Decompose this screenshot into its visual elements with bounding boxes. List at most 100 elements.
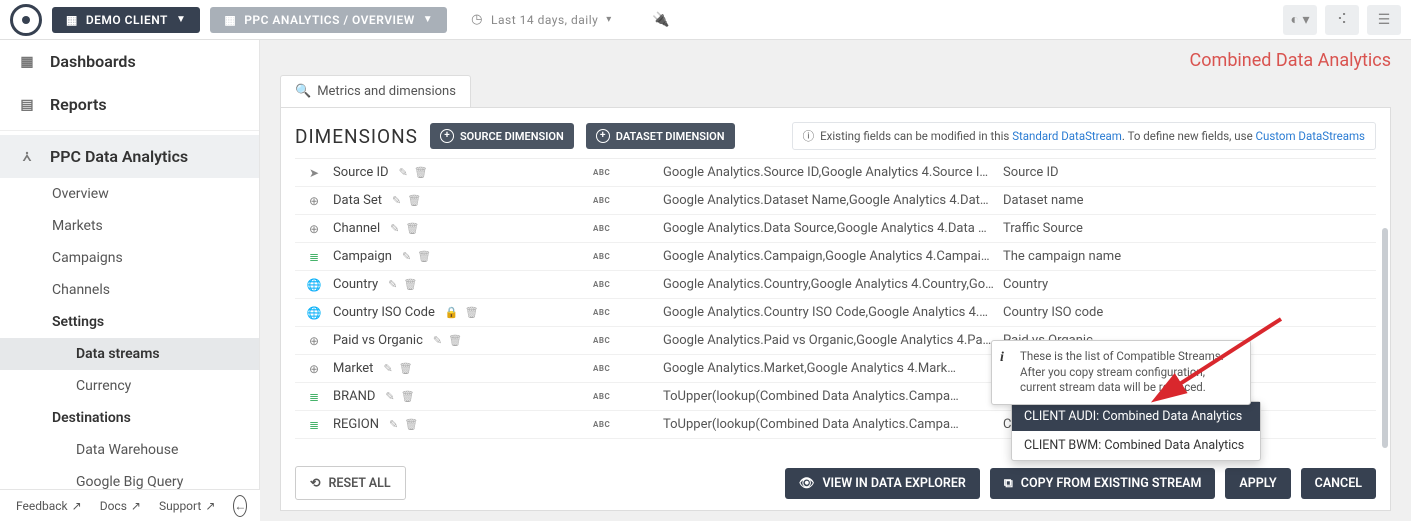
row-name-cell: Country✎ 🗑 <box>333 277 593 292</box>
edit-icon[interactable]: ✎ <box>402 250 411 263</box>
dimension-row[interactable]: ⊕Data Set✎ 🗑ABCGoogle Analytics.Dataset … <box>295 187 1376 215</box>
edit-icon[interactable]: ✎ <box>433 334 442 347</box>
search-icon: 🔍 <box>295 84 311 99</box>
clock-icon: ◷ <box>471 12 483 27</box>
popover-option-bwm[interactable]: CLIENT BWM: Combined Data Analytics <box>1012 431 1260 460</box>
docs-link[interactable]: Docs↗ <box>100 499 141 513</box>
sidebar-item-data-streams[interactable]: Data streams <box>0 338 259 370</box>
edit-icon[interactable]: ✎ <box>390 222 399 235</box>
tab-metrics-dimensions[interactable]: 🔍 Metrics and dimensions <box>280 75 471 107</box>
row-desc: Google Analytics.Country ISO Code,Google… <box>663 305 1003 320</box>
lock-icon: 🔒 <box>445 306 459 319</box>
standard-stream-link[interactable]: Standard DataStream <box>1012 129 1122 143</box>
delete-icon[interactable]: 🗑 <box>404 418 418 431</box>
sidebar-item-bigquery[interactable]: Google Big Query <box>0 466 259 489</box>
dashboard-name: PPC ANALYTICS / OVERVIEW <box>244 13 415 27</box>
external-icon: ↗ <box>131 499 141 513</box>
tab-strip: 🔍 Metrics and dimensions <box>280 75 1391 107</box>
dimension-row[interactable]: ⊕Channel✎ 🗑ABCGoogle Analytics.Data Sour… <box>295 215 1376 243</box>
delete-icon[interactable]: 🗑 <box>401 390 415 403</box>
dimension-row[interactable]: ➤Source ID✎ 🗑ABCGoogle Analytics.Source … <box>295 159 1376 187</box>
sidebar-item-destinations[interactable]: Destinations <box>0 402 259 434</box>
share-button[interactable]: ⠪ <box>1325 5 1359 35</box>
eye-icon: 👁 <box>799 476 815 491</box>
row-type-icon: ≣ <box>295 250 333 264</box>
row-desc: ToUpper(lookup(Combined Data Analytics.C… <box>663 389 1003 404</box>
delete-icon[interactable]: 🗑 <box>403 278 417 291</box>
collapse-sidebar-button[interactable]: ← <box>233 495 247 517</box>
plus-icon: + <box>596 129 610 143</box>
row-note: Traffic Source <box>1003 221 1243 236</box>
row-type-icon: ➤ <box>295 166 333 180</box>
row-name: Paid vs Organic <box>333 333 423 348</box>
row-desc: Google Analytics.Dataset Name,Google Ana… <box>663 193 1003 208</box>
row-name: Channel <box>333 221 380 236</box>
dimension-row[interactable]: 🌐Country ISO Code🔒 🗑ABCGoogle Analytics.… <box>295 299 1376 327</box>
sidebar-item-settings[interactable]: Settings <box>0 306 259 338</box>
document-icon: ▤ <box>18 97 36 113</box>
copy-from-stream-button[interactable]: ⧉COPY FROM EXISTING STREAM <box>990 468 1216 499</box>
sidebar-item-markets[interactable]: Markets <box>0 210 259 242</box>
popover-option-audi[interactable]: CLIENT AUDI: Combined Data Analytics <box>1012 402 1260 431</box>
row-name: Campaign <box>333 249 392 264</box>
plus-icon: + <box>440 129 454 143</box>
edit-icon[interactable]: ✎ <box>399 166 408 179</box>
delete-icon[interactable]: 🗑 <box>417 250 431 263</box>
edit-icon[interactable]: ✎ <box>383 362 392 375</box>
row-type-tag: ABC <box>593 196 663 205</box>
row-type-icon: ⊕ <box>295 334 333 348</box>
dashboard-selector[interactable]: ▦ PPC ANALYTICS / OVERVIEW ▼ <box>210 7 447 33</box>
dataset-dimension-button[interactable]: +DATASET DIMENSION <box>586 123 735 149</box>
stream-list-popover: CLIENT AUDI: Combined Data Analytics CLI… <box>1011 401 1261 461</box>
delete-icon[interactable]: 🗑 <box>399 362 413 375</box>
sidebar-item-channels[interactable]: Channels <box>0 274 259 306</box>
apply-button[interactable]: APPLY <box>1225 468 1290 499</box>
client-name: DEMO CLIENT <box>86 13 168 27</box>
delete-icon[interactable]: 🗑 <box>465 306 479 319</box>
date-range-selector[interactable]: ◷ Last 14 days, daily ▾ <box>457 6 626 33</box>
sidebar-item-reports[interactable]: ▤Reports <box>0 83 259 126</box>
edit-icon[interactable]: ✎ <box>392 194 401 207</box>
view-in-explorer-button[interactable]: 👁VIEW IN DATA EXPLORER <box>785 468 980 499</box>
row-name-cell: Campaign ✎ 🗑 <box>333 249 593 264</box>
sidebar-item-data-warehouse[interactable]: Data Warehouse <box>0 434 259 466</box>
row-name: Source ID <box>333 165 389 180</box>
theme-button[interactable]: ◐ ▾ <box>1283 5 1317 35</box>
row-type-tag: ABC <box>593 420 663 429</box>
cancel-button[interactable]: CANCEL <box>1301 468 1376 499</box>
delete-icon[interactable]: 🗑 <box>405 222 419 235</box>
delete-icon[interactable]: 🗑 <box>407 194 421 207</box>
scrollbar[interactable] <box>1382 228 1388 448</box>
sidebar-item-overview[interactable]: Overview <box>0 178 259 210</box>
sidebar-item-currency[interactable]: Currency <box>0 370 259 402</box>
support-link[interactable]: Support↗ <box>159 499 215 513</box>
analytics-icon: ⩑ <box>18 149 36 165</box>
source-dimension-button[interactable]: +SOURCE DIMENSION <box>430 123 574 149</box>
reset-all-button[interactable]: ⟲RESET ALL <box>295 466 406 500</box>
row-type-icon: 🌐 <box>295 278 333 292</box>
delete-icon[interactable]: 🗑 <box>414 166 428 179</box>
menu-button[interactable]: ☰ <box>1367 5 1401 35</box>
client-selector[interactable]: ▦ DEMO CLIENT ▼ <box>52 7 200 33</box>
edit-icon[interactable]: ✎ <box>388 278 397 291</box>
row-desc: Google Analytics.Paid vs Organic,Google … <box>663 333 1003 348</box>
row-type-tag: ABC <box>593 308 663 317</box>
dimension-row[interactable]: 🌐Country✎ 🗑ABCGoogle Analytics.Country,G… <box>295 271 1376 299</box>
sidebar-item-dashboards[interactable]: ▦Dashboards <box>0 40 259 83</box>
page-title: Combined Data Analytics <box>280 50 1391 71</box>
row-type-icon: ≣ <box>295 390 333 404</box>
row-name-cell: Source ID ✎ 🗑 <box>333 165 593 180</box>
delete-icon[interactable]: 🗑 <box>448 334 462 347</box>
plug-icon-button[interactable]: 🔌 <box>644 5 678 35</box>
dimension-row[interactable]: ≣Campaign✎ 🗑ABCGoogle Analytics.Campaign… <box>295 243 1376 271</box>
edit-icon[interactable]: ✎ <box>385 390 394 403</box>
sidebar-item-ppc-analytics[interactable]: ⩑PPC Data Analytics <box>0 135 259 178</box>
feedback-link[interactable]: Feedback↗ <box>16 499 82 513</box>
row-type-icon: 🌐 <box>295 306 333 320</box>
sidebar-item-campaigns[interactable]: Campaigns <box>0 242 259 274</box>
custom-streams-link[interactable]: Custom DataStreams <box>1256 129 1365 143</box>
sidebar: ▦Dashboards ▤Reports ⩑PPC Data Analytics… <box>0 40 260 489</box>
edit-icon[interactable]: ✎ <box>389 418 398 431</box>
footer: Feedback↗ Docs↗ Support↗ ← <box>0 489 260 521</box>
grid-icon: ▦ <box>224 13 236 27</box>
